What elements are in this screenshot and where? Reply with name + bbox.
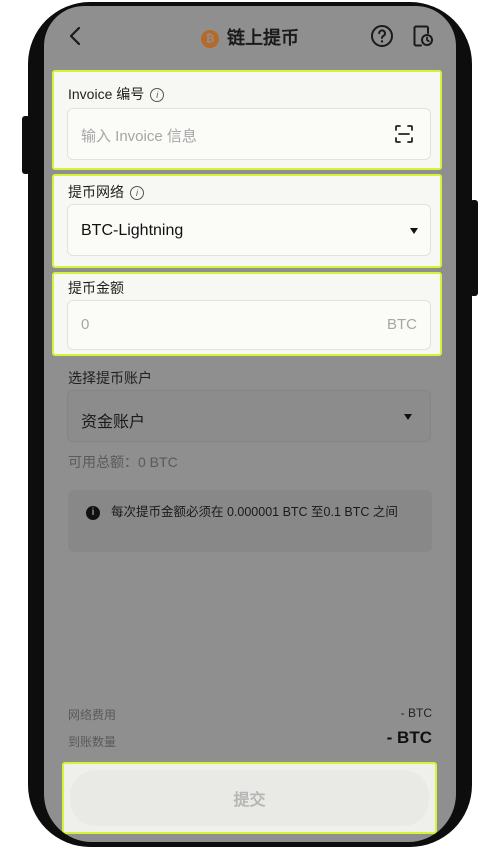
- invoice-section: Invoice 编号 i 输入 Invoice 信息: [52, 70, 442, 170]
- account-label: 选择提币账户: [68, 370, 152, 386]
- page-title-text: 链上提币: [227, 28, 299, 48]
- network-label: 提币网络 i: [68, 182, 144, 202]
- receive-amount-label: 到账数量: [68, 735, 117, 749]
- help-button[interactable]: [370, 24, 394, 53]
- network-selected-value: BTC-Lightning: [81, 222, 184, 239]
- network-select[interactable]: BTC-Lightning: [67, 204, 431, 256]
- invoice-input[interactable]: 输入 Invoice 信息: [67, 108, 431, 160]
- phone-side-button-right: [470, 200, 478, 296]
- invoice-placeholder: 输入 Invoice 信息: [81, 128, 197, 145]
- invoice-label: Invoice 编号 i: [68, 84, 165, 104]
- amount-label: 提币金额: [68, 280, 124, 296]
- account-selected-value: 资金账户: [81, 414, 146, 431]
- amount-placeholder: 0: [81, 316, 90, 333]
- history-icon: [413, 25, 433, 47]
- bitcoin-icon: ₿: [201, 30, 219, 48]
- network-section: 提币网络 i BTC-Lightning: [52, 174, 442, 268]
- network-fee-label: 网络费用: [68, 708, 117, 722]
- amount-section: 提币金额 0 BTC: [52, 272, 442, 356]
- page-title: ₿ 链上提币: [44, 24, 456, 50]
- scan-icon[interactable]: [394, 124, 414, 144]
- info-icon[interactable]: i: [150, 88, 165, 102]
- account-select[interactable]: 资金账户: [67, 390, 431, 442]
- chevron-down-icon: [404, 414, 412, 420]
- amount-unit: BTC: [387, 316, 417, 333]
- info-icon[interactable]: i: [130, 186, 144, 200]
- app-screen: ₿ 链上提币 Invoice 编号 i 输入 Invoice 信息 提币网络 i…: [44, 6, 456, 842]
- notice-text: 每次提币金额必须在 0.000001 BTC 至0.1 BTC 之间: [111, 505, 398, 519]
- amount-input[interactable]: 0 BTC: [67, 300, 431, 350]
- info-filled-icon: i: [86, 506, 100, 520]
- top-bar: ₿ 链上提币: [44, 6, 456, 66]
- receive-amount-value: - BTC: [386, 728, 432, 747]
- network-fee-value: - BTC: [400, 706, 432, 720]
- phone-side-button-left: [22, 116, 30, 174]
- withdraw-limit-notice: i 每次提币金额必须在 0.000001 BTC 至0.1 BTC 之间: [68, 490, 432, 552]
- submit-button[interactable]: 提交: [70, 770, 429, 826]
- help-circle-icon: [371, 25, 393, 47]
- chevron-down-icon: [410, 228, 418, 234]
- history-button[interactable]: [411, 24, 435, 53]
- submit-section: 提交: [62, 762, 437, 834]
- available-balance: 可用总额：0 BTC: [68, 454, 178, 470]
